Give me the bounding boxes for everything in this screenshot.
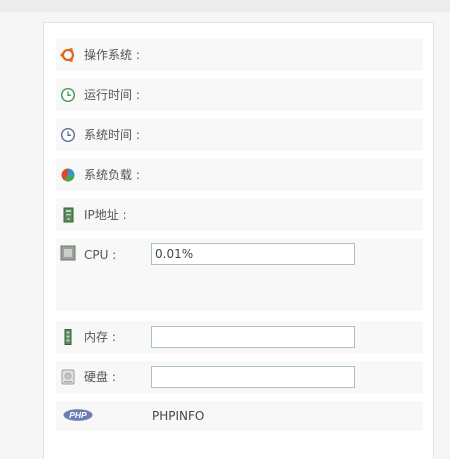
system-load-row: 系统负载 : (56, 159, 423, 191)
memory-row: 内存 : (56, 321, 423, 353)
svg-text:PHP: PHP (69, 410, 87, 420)
uptime-row: 运行时间 : (56, 79, 423, 111)
memory-usage-field[interactable] (151, 326, 355, 348)
ubuntu-icon (60, 48, 75, 62)
system-load-label: 系统负载 : (84, 168, 140, 182)
memory-icon (64, 329, 72, 345)
php-row: PHP PHPINFO (56, 401, 423, 431)
ip-label: IP地址 : (84, 208, 127, 222)
disk-icon (61, 369, 75, 385)
phpinfo-link[interactable]: PHPINFO (152, 408, 204, 424)
clock-green-icon (60, 87, 76, 103)
php-icon: PHP (63, 409, 93, 421)
uptime-label: 运行时间 : (84, 88, 140, 102)
os-label: 操作系统 : (84, 48, 140, 62)
clock-icon (60, 127, 76, 143)
disk-usage-field[interactable] (151, 366, 355, 388)
disk-label: 硬盘 : (84, 370, 116, 384)
cpu-row: CPU : (56, 239, 423, 311)
server-info-panel: 操作系统 : 运行时间 : 系统时间 : 系统负载 : IP地址: CPU:… (43, 22, 434, 459)
cpu-label: CPU : (84, 248, 117, 262)
cpu-usage-field[interactable] (151, 243, 355, 265)
pie-chart-icon (61, 168, 75, 182)
memory-label: 内存 : (84, 330, 116, 344)
cpu-icon (60, 245, 76, 261)
system-time-row: 系统时间 : (56, 119, 423, 151)
os-row: 操作系统 : (56, 39, 423, 71)
top-strip (0, 0, 450, 12)
disk-row: 硬盘 : (56, 361, 423, 393)
ip-row: IP地址 : (56, 199, 423, 231)
system-time-label: 系统时间 : (84, 128, 140, 142)
server-icon (63, 207, 74, 223)
